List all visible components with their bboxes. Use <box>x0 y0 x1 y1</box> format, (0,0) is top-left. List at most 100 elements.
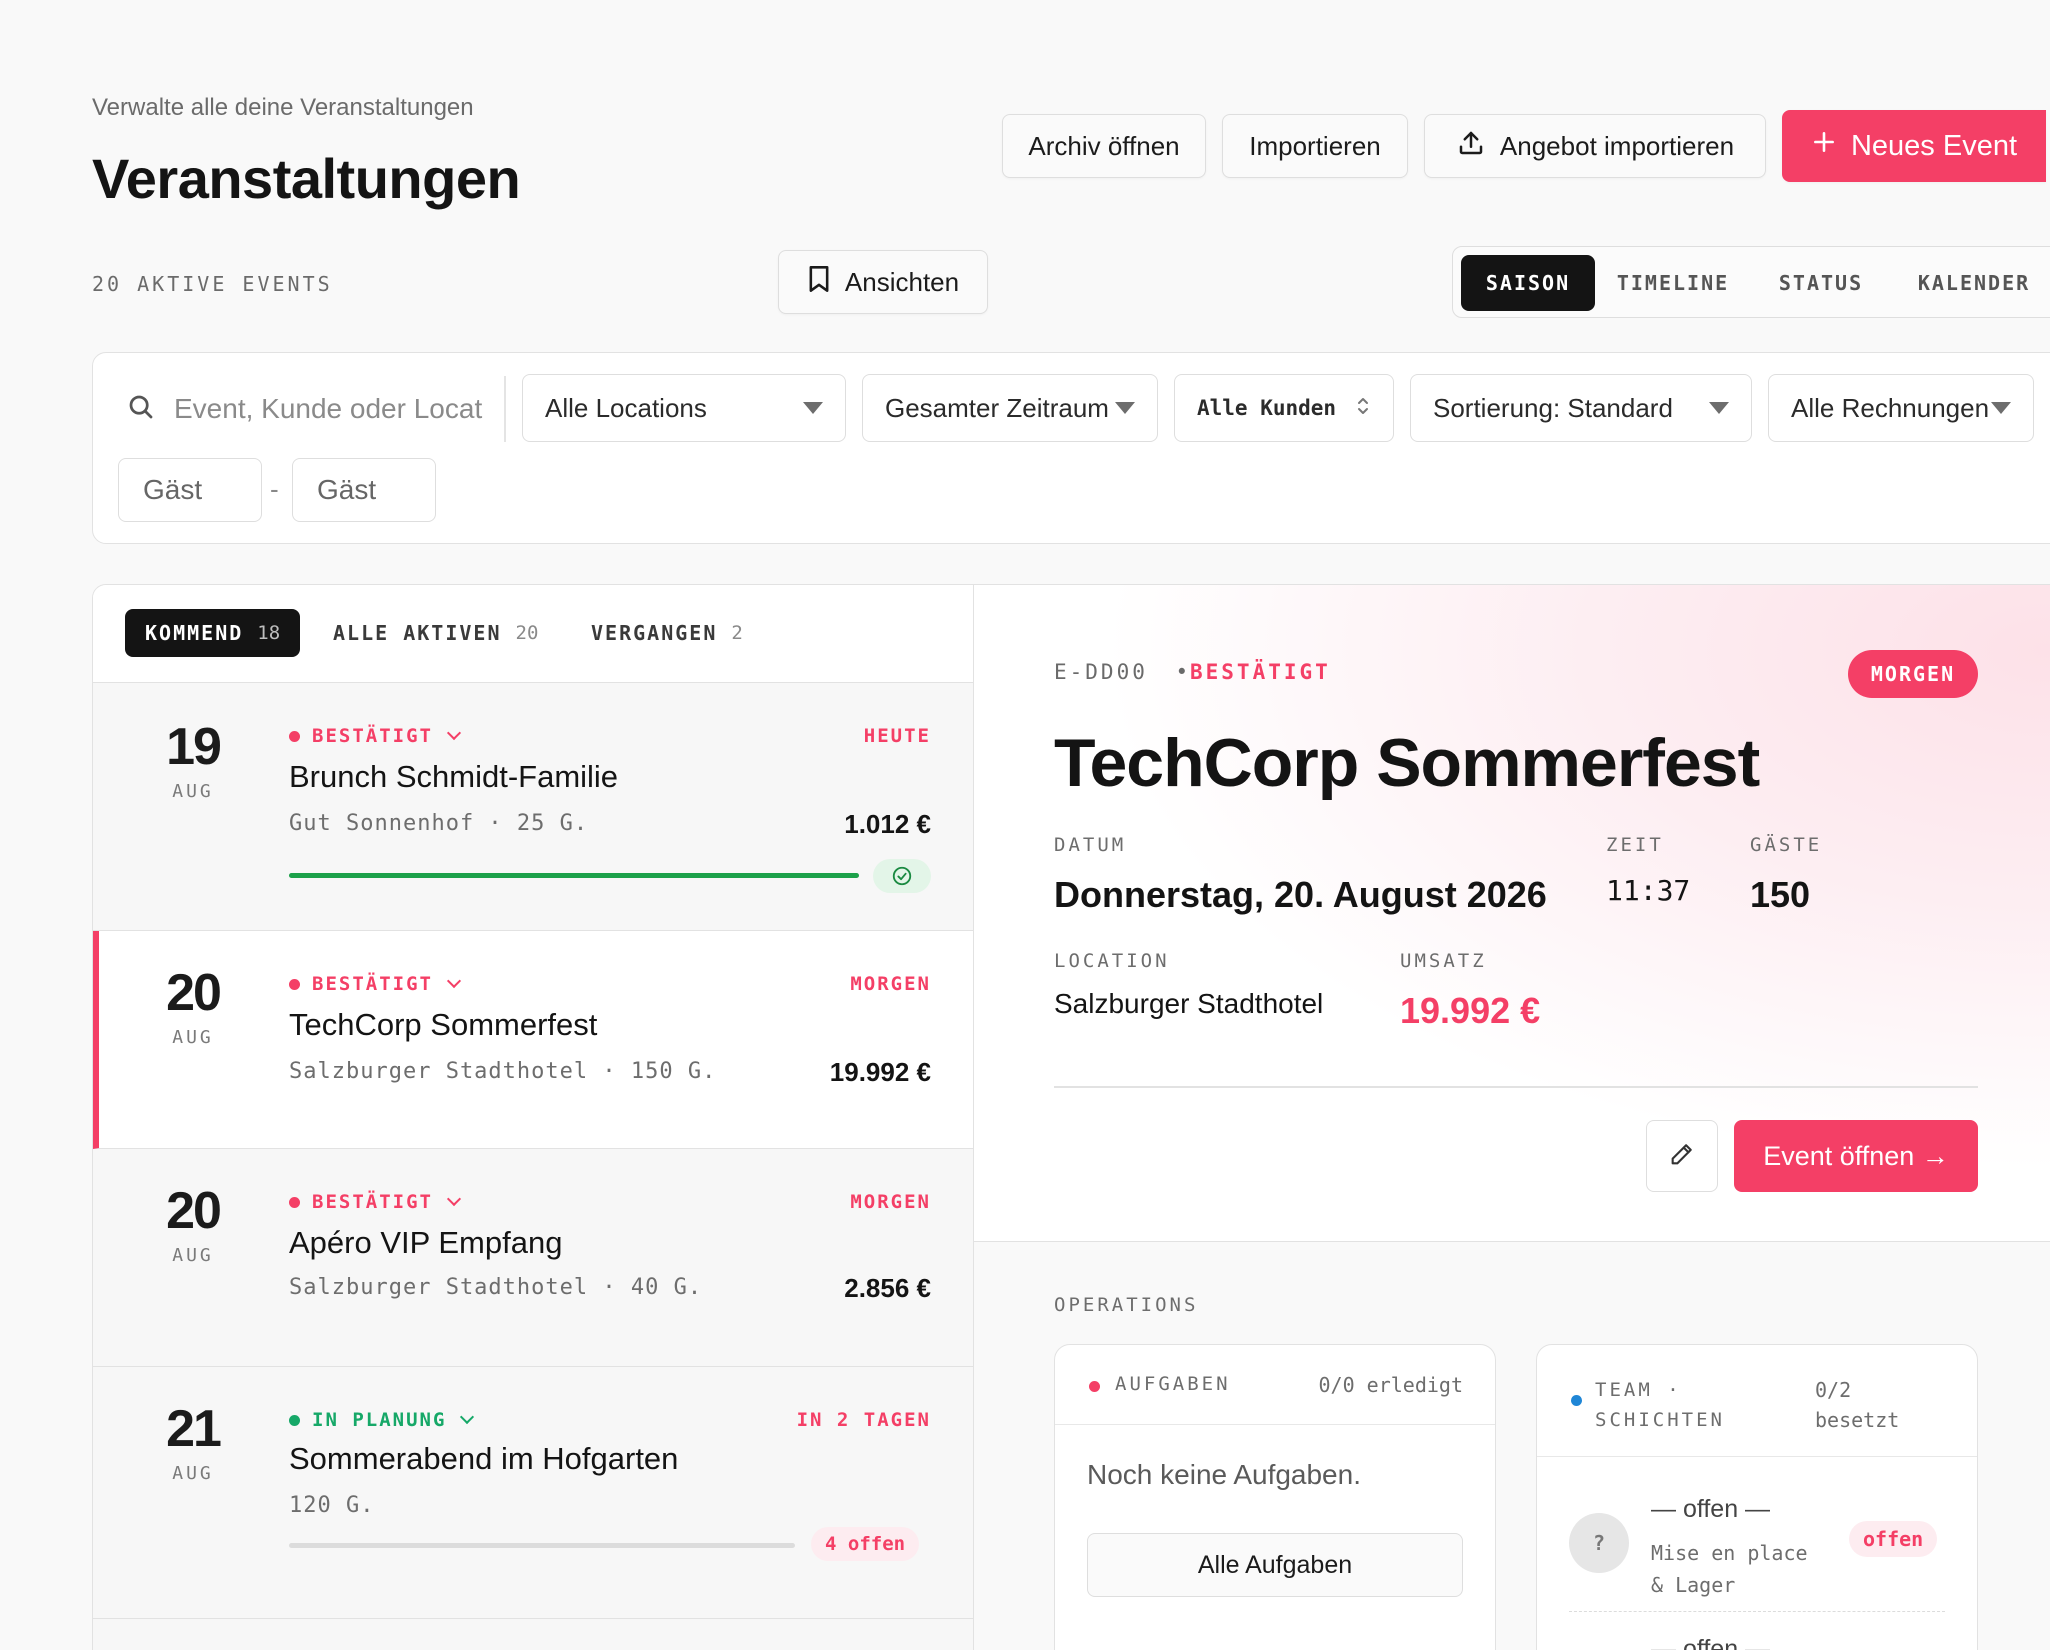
guests-max-input[interactable] <box>292 458 436 522</box>
list-tabs: KOMMEND 18 ALLE AKTIVEN 20 VERGANGEN 2 <box>93 585 973 683</box>
sort-dropdown[interactable]: Sortierung: Standard <box>1410 374 1752 442</box>
open-event-button[interactable]: Event öffnen → <box>1734 1120 1978 1192</box>
event-amount: 1.012 € <box>844 809 931 839</box>
view-tab-saison[interactable]: SAISON <box>1461 255 1595 311</box>
status-label: BESTÄTIGT <box>312 1191 433 1213</box>
guests-min-input[interactable] <box>118 458 262 522</box>
import-offer-button[interactable]: Angebot importieren <box>1424 114 1766 178</box>
event-when: IN 2 TAGEN <box>796 1409 931 1431</box>
tab-vergangen[interactable]: VERGANGEN 2 <box>591 609 743 657</box>
event-amount: 19.992 € <box>829 1057 931 1087</box>
event-row-selected[interactable]: 20 AUG BESTÄTIGT MORGEN TechCorp Sommerf… <box>93 931 973 1149</box>
view-tab-timeline[interactable]: TIMELINE <box>1603 255 1743 311</box>
customers-select[interactable]: Alle Kunden <box>1174 374 1394 442</box>
views-button[interactable]: Ansichten <box>778 250 988 314</box>
tab-count: 18 <box>257 622 281 644</box>
status-label: IN PLANUNG <box>312 1409 447 1431</box>
detail-guests: 150 <box>1750 874 1811 915</box>
shift-role: Mise en place & Lager <box>1651 1537 1808 1601</box>
team-progress-label: besetzt <box>1815 1408 1900 1432</box>
shift-assignee: — offen — <box>1651 1635 1771 1650</box>
tab-alle-aktiven[interactable]: ALLE AKTIVEN 20 <box>333 609 538 657</box>
view-tab-status[interactable]: STATUS <box>1753 255 1889 311</box>
event-status[interactable]: BESTÄTIGT <box>289 725 462 747</box>
event-day: 19 <box>166 718 222 776</box>
event-status[interactable]: BESTÄTIGT <box>289 973 462 995</box>
event-meta: Salzburger Stadthotel · 40 G. <box>289 1275 703 1300</box>
tab-kommend[interactable]: KOMMEND 18 <box>125 609 301 657</box>
event-code-value: E-DD00 <box>1054 660 1148 684</box>
archive-button[interactable]: Archiv öffnen <box>1002 114 1206 178</box>
caret-down-icon <box>1115 402 1135 414</box>
detail-date: Donnerstag, 20. August 2026 <box>1054 874 1547 915</box>
event-when: HEUTE <box>863 725 931 747</box>
event-status[interactable]: IN PLANUNG <box>289 1409 475 1431</box>
all-tasks-button[interactable]: Alle Aufgaben <box>1087 1533 1463 1597</box>
event-day: 21 <box>166 1400 222 1458</box>
archive-button-label: Archiv öffnen <box>1028 130 1180 161</box>
chevron-down-icon <box>446 725 462 741</box>
event-row[interactable]: 21 AUG IN PLANUNG IN 2 TAGEN Sommerabend… <box>93 1367 973 1619</box>
page-subtitle: Verwalte alle deine Veranstaltungen <box>92 94 474 121</box>
locations-dropdown[interactable]: Alle Locations <box>522 374 846 442</box>
period-value: Gesamter Zeitraum <box>885 392 1109 423</box>
event-row[interactable]: 20 AUG BESTÄTIGT MORGEN Apéro VIP Empfan… <box>93 1149 973 1367</box>
revenue-label: UMSATZ <box>1400 950 1487 972</box>
event-when: MORGEN <box>850 973 931 995</box>
import-offer-label: Angebot importieren <box>1499 130 1735 161</box>
location-label: LOCATION <box>1054 950 1170 972</box>
search-input[interactable] <box>174 393 484 425</box>
status-dot <box>289 1196 300 1208</box>
event-month: AUG <box>172 1245 214 1266</box>
event-day: 20 <box>166 964 222 1022</box>
import-button[interactable]: Importieren <box>1222 114 1408 178</box>
search-box <box>122 374 500 444</box>
sort-value: Sortierung: Standard <box>1433 392 1673 423</box>
chevron-down-icon <box>446 1191 462 1207</box>
operations-label: OPERATIONS <box>1054 1294 1199 1316</box>
edit-button[interactable] <box>1646 1120 1718 1192</box>
tasks-card: AUFGABEN 0/0 erledigt Noch keine Aufgabe… <box>1054 1344 1496 1650</box>
event-progress-fill <box>289 873 859 878</box>
status-dot <box>289 978 300 990</box>
date-label: DATUM <box>1054 834 1127 856</box>
caret-down-icon <box>803 402 823 414</box>
status-label: BESTÄTIGT <box>312 973 433 995</box>
bookmark-icon <box>807 265 831 300</box>
team-progress-count: 0/2 <box>1815 1378 1852 1402</box>
shift-role-line-1: Mise en place <box>1651 1541 1808 1565</box>
team-dot <box>1571 1395 1582 1406</box>
tab-label: KOMMEND <box>145 621 244 645</box>
upload-icon <box>1456 128 1486 165</box>
tab-label: VERGANGEN <box>591 621 718 645</box>
shift-row[interactable]: ? <box>1569 1513 1629 1573</box>
event-month: AUG <box>172 1463 214 1484</box>
period-dropdown[interactable]: Gesamter Zeitraum <box>862 374 1158 442</box>
tasks-card-header: AUFGABEN 0/0 erledigt <box>1055 1345 1495 1425</box>
tasks-label: AUFGABEN <box>1115 1373 1231 1395</box>
chevron-down-icon <box>446 973 462 989</box>
shift-status-badge: offen <box>1849 1521 1938 1557</box>
code-separator: • <box>1175 660 1192 684</box>
team-progress: 0/2 besetzt <box>1815 1375 1899 1435</box>
status-dot <box>289 1414 300 1426</box>
new-event-button[interactable]: Neues Event <box>1782 110 2046 182</box>
event-status[interactable]: BESTÄTIGT <box>289 1191 462 1213</box>
status-label: BESTÄTIGT <box>312 725 433 747</box>
view-switcher: SAISON TIMELINE STATUS KALENDER <box>1452 246 2050 318</box>
status-dot <box>289 730 300 742</box>
shift-role-line-2: & Lager <box>1651 1573 1736 1597</box>
event-progress-bar <box>289 1543 795 1548</box>
invoices-dropdown[interactable]: Alle Rechnungen <box>1768 374 2034 442</box>
open-tasks-badge: 4 offen <box>811 1527 920 1561</box>
active-events-count: 20 AKTIVE EVENTS <box>92 272 333 296</box>
detail-title: TechCorp Sommerfest <box>1054 725 1760 801</box>
detail-status: BESTÄTIGT <box>1190 660 1331 684</box>
tasks-progress: 0/0 erledigt <box>1318 1373 1464 1397</box>
event-row[interactable]: 19 AUG BESTÄTIGT HEUTE Brunch Schmidt-Fa… <box>93 683 973 931</box>
detail-divider <box>1054 1086 1978 1088</box>
check-circle-icon <box>873 859 931 893</box>
event-meta: 120 G. <box>289 1493 375 1518</box>
view-tab-kalender[interactable]: KALENDER <box>1899 255 2049 311</box>
search-icon <box>126 392 156 427</box>
